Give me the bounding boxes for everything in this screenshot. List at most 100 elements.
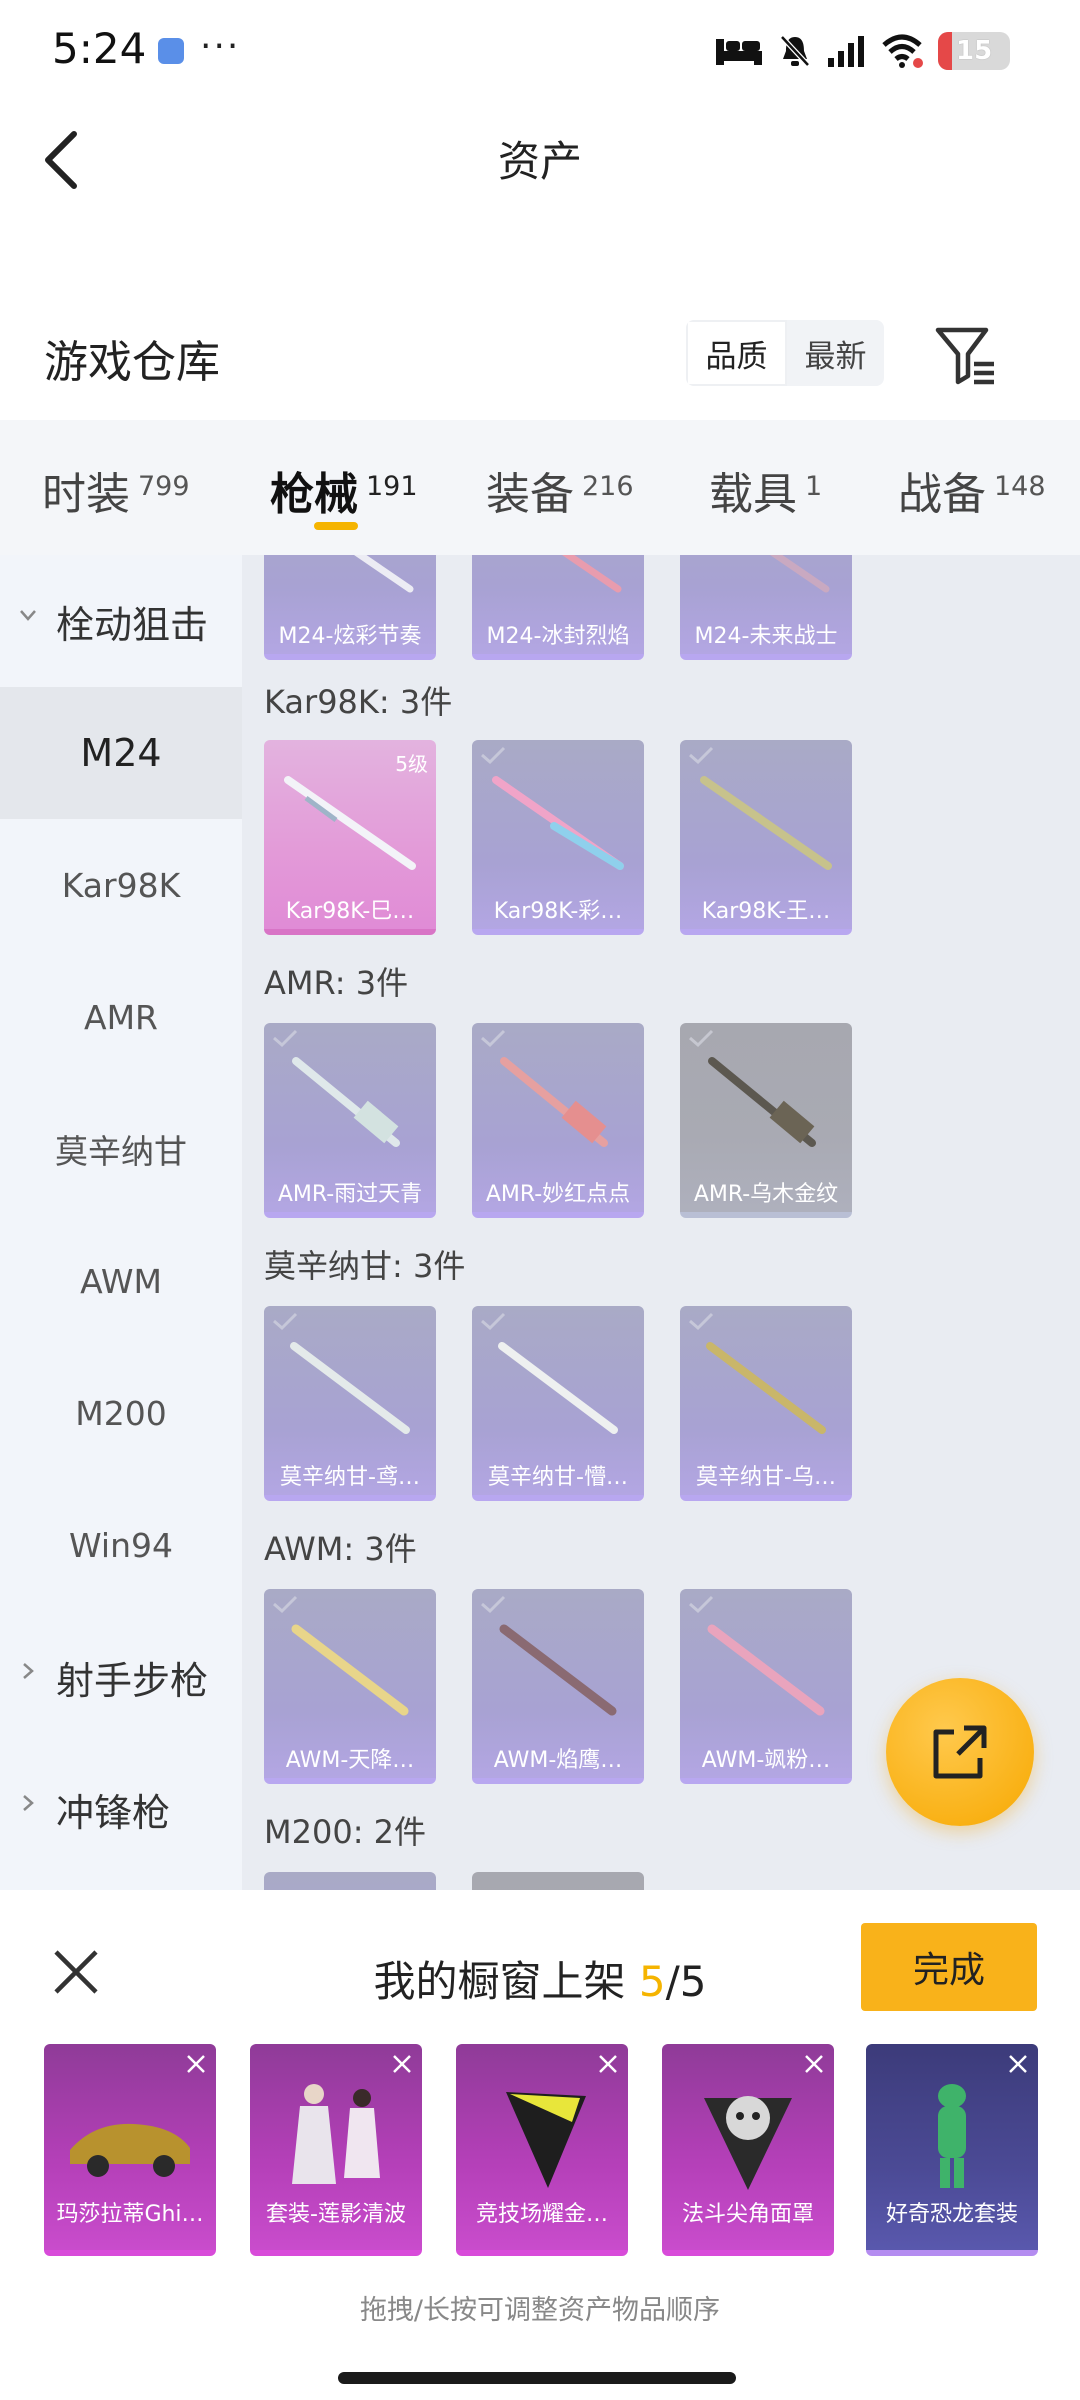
section-label-amr: AMR: 3件 [264, 964, 409, 1002]
rifle-icon [354, 555, 414, 593]
showcase-item[interactable]: 竞技场耀金… [456, 2044, 628, 2256]
weapon-name: M24-未来战士 [694, 624, 838, 649]
showcase-item-name: 套装-莲影清波 [266, 2202, 406, 2227]
rifle-icon [492, 776, 624, 870]
sidebar-group-marksman[interactable]: 射手步枪 [0, 1611, 242, 1743]
tab-label: 装备 [486, 469, 574, 520]
reorder-hint: 拖拽/长按可调整资产物品顺序 [359, 2295, 721, 2326]
sort-newest-option[interactable]: 最新 [787, 320, 884, 386]
remove-icon[interactable] [802, 2052, 826, 2076]
showcase-item-name: 竞技场耀金… [475, 2202, 608, 2227]
rifle-icon [708, 1057, 816, 1147]
weapon-name: AWM-飒粉… [701, 1748, 831, 1773]
weapon-card[interactable]: AWM-飒粉… [680, 1589, 852, 1784]
tab-supplies[interactable]: 战备 148 [898, 458, 1046, 522]
sidebar-item-kar98k[interactable]: Kar98K [0, 819, 242, 951]
rifle-icon [770, 555, 830, 593]
check-icon [689, 746, 714, 765]
sidebar-item-awm[interactable]: AWM [0, 1215, 242, 1347]
weapon-card[interactable]: 莫辛纳甘-鸢… [264, 1306, 436, 1501]
more-notifications-icon: ··· [200, 26, 241, 67]
share-icon [933, 1725, 987, 1779]
weapon-card[interactable]: 莫辛纳甘-懵… [472, 1306, 644, 1501]
weapon-card[interactable]: M24-炫彩节奏 [264, 555, 436, 660]
tab-weapons[interactable]: 枪械 191 [270, 458, 418, 522]
showcase-total-count: /5 [665, 1957, 707, 2006]
rifle-icon [706, 1342, 826, 1434]
chevron-right-icon [23, 1663, 34, 1679]
sidebar-group-smg[interactable]: 冲锋枪 [0, 1743, 242, 1875]
tab-count: 148 [994, 471, 1046, 502]
weapon-card[interactable]: AMR-乌木金纹 [680, 1023, 852, 1218]
mask-icon [506, 2092, 586, 2188]
showcase-item[interactable]: 好奇恐龙套装 [866, 2044, 1038, 2256]
sidebar-item-mosin[interactable]: 莫辛纳甘 [0, 1083, 242, 1215]
weapon-card[interactable]: AMR-妙红点点 [472, 1023, 644, 1218]
showcase-item[interactable]: 玛莎拉蒂Ghi… [44, 2044, 216, 2256]
weapon-card[interactable]: AWM-天降… [264, 1589, 436, 1784]
battery-level: 15 [956, 36, 993, 66]
weapon-card[interactable]: Kar98K-彩… [472, 740, 644, 935]
rifle-icon [500, 1057, 608, 1147]
remove-icon[interactable] [184, 2052, 208, 2076]
showcase-item[interactable]: 法斗尖角面罩 [662, 2044, 834, 2256]
remove-icon[interactable] [596, 2052, 620, 2076]
rifle-icon [498, 1342, 618, 1434]
tab-label: 战备 [898, 469, 986, 520]
weapon-card[interactable]: Kar98K-王… [680, 740, 852, 935]
tab-count: 191 [366, 471, 418, 502]
weapon-name: AWM-天降… [285, 1748, 415, 1773]
weapon-sidebar: 栓动狙击 M24 Kar98K AMR 莫辛纳甘 AWM M200 Win94 … [0, 555, 242, 1890]
rifle-icon [700, 776, 832, 870]
weapon-name: M24-冰封烈焰 [486, 624, 630, 649]
sidebar-item-m24[interactable]: M24 [0, 687, 242, 819]
sidebar-item-win94[interactable]: Win94 [0, 1479, 242, 1611]
weapon-name: AMR-妙红点点 [485, 1182, 631, 1207]
tab-label: 载具 [709, 469, 797, 520]
weapon-card[interactable]: M24-冰封烈焰 [472, 555, 644, 660]
weapon-name: M24-炫彩节奏 [278, 624, 422, 649]
check-icon [481, 1312, 506, 1331]
sidebar-item-amr[interactable]: AMR [0, 951, 242, 1083]
check-icon [689, 1029, 714, 1048]
share-button[interactable] [886, 1678, 1034, 1826]
sidebar-group-label: 冲锋枪 [56, 1790, 171, 1835]
status-icons: 15 [714, 32, 1010, 70]
status-bar: 5:24 ··· 15 [0, 0, 1080, 100]
weapon-name: AWM-焰鹰… [493, 1748, 623, 1773]
wifi-icon [882, 34, 923, 68]
filter-button[interactable] [930, 320, 1002, 392]
weapon-name: 莫辛纳甘-懵… [488, 1465, 628, 1490]
tab-count: 1 [805, 471, 823, 502]
showcase-item[interactable]: 套装-莲影清波 [250, 2044, 422, 2256]
home-indicator[interactable] [338, 2372, 736, 2384]
tab-fashion[interactable]: 时装 799 [42, 458, 190, 522]
remove-icon[interactable] [1006, 2052, 1030, 2076]
filter-icon [935, 327, 994, 385]
section-label-kar98k: Kar98K: 3件 [264, 683, 453, 721]
weapon-card[interactable]: 莫辛纳甘-乌… [680, 1306, 852, 1501]
done-button[interactable]: 完成 [861, 1923, 1037, 2011]
sort-quality-option[interactable]: 品质 [686, 320, 787, 386]
tab-label: 枪械 [270, 469, 358, 520]
weapon-card[interactable] [472, 1872, 644, 1890]
rifle-icon [499, 1624, 617, 1716]
weapon-card[interactable] [264, 1872, 436, 1890]
tab-vehicles[interactable]: 载具 1 [709, 458, 822, 522]
check-icon [481, 746, 506, 765]
showcase-panel: 我的橱窗上架 5/5 完成 玛莎拉蒂Ghi… 套装-莲影清波 竞技场耀金… 法斗… [0, 1890, 1080, 2400]
check-icon [273, 1312, 298, 1331]
sidebar-group-bolt-sniper[interactable]: 栓动狙击 [0, 555, 242, 687]
sidebar-item-m200[interactable]: M200 [0, 1347, 242, 1479]
weapon-card[interactable]: AWM-焰鹰… [472, 1589, 644, 1784]
weapon-card[interactable]: 5级 Kar98K-巳… [264, 740, 436, 935]
sidebar-group-label: 栓动狙击 [56, 602, 209, 647]
remove-icon[interactable] [390, 2052, 414, 2076]
weapon-card[interactable]: M24-未来战士 [680, 555, 852, 660]
weapon-card[interactable]: AMR-雨过天青 [264, 1023, 436, 1218]
tab-equipment[interactable]: 装备 216 [486, 458, 634, 522]
car-icon [70, 2123, 190, 2177]
weapon-name: Kar98K-巳… [285, 899, 415, 924]
section-label-m200: M200: 2件 [264, 1813, 427, 1851]
weapon-name: Kar98K-彩… [493, 899, 623, 924]
